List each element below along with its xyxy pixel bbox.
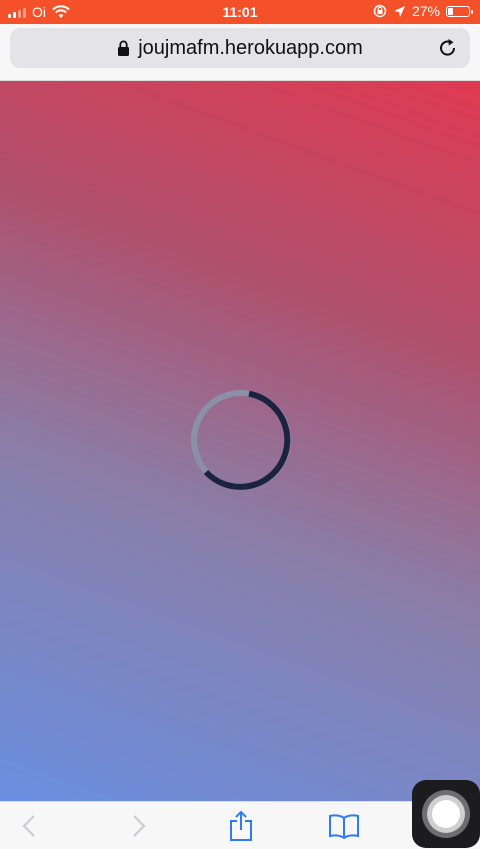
url-text: joujmafm.herokuapp.com [138, 36, 363, 59]
reload-icon[interactable] [438, 38, 458, 58]
status-right: 27% [373, 3, 473, 19]
bookmarks-icon[interactable] [328, 813, 360, 839]
forward-icon[interactable] [128, 812, 148, 840]
browser-header: joujmafm.herokuapp.com [0, 24, 480, 81]
address-bar[interactable]: joujmafm.herokuapp.com [10, 28, 470, 68]
battery-icon [446, 5, 473, 17]
loading-spinner [191, 390, 291, 490]
assistive-touch-button[interactable] [412, 780, 480, 848]
orientation-lock-icon [373, 4, 387, 18]
share-icon[interactable] [228, 810, 254, 842]
browser-toolbar [0, 801, 480, 849]
back-icon[interactable] [20, 812, 40, 840]
battery-percent: 27% [411, 3, 440, 19]
location-icon [393, 5, 405, 17]
lock-icon [118, 40, 130, 56]
status-bar: Oi 11:01 27% [0, 0, 480, 24]
address-content: joujmafm.herokuapp.com [10, 28, 470, 68]
battery-level [448, 7, 453, 15]
assistive-touch-center [432, 800, 460, 828]
assistive-touch-ring [427, 795, 465, 833]
assistive-touch-icon [422, 790, 470, 838]
